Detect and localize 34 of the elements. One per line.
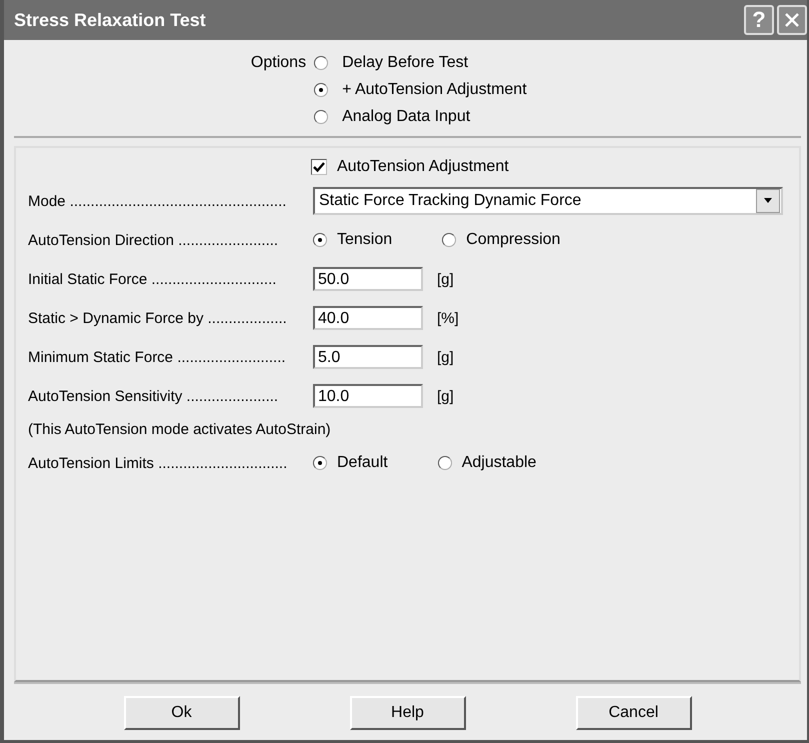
choice-radio[interactable]: Default <box>313 454 388 472</box>
input-field[interactable]: 50.0 <box>313 267 423 291</box>
choice-radio[interactable]: Adjustable <box>438 454 536 472</box>
dialog-button[interactable]: Cancel <box>576 696 692 730</box>
options-label: Options <box>250 54 306 73</box>
option-radio[interactable]: Analog Data Input <box>314 108 584 126</box>
input-field[interactable]: 5.0 <box>313 345 423 369</box>
close-button[interactable] <box>777 5 807 35</box>
option-radio[interactable]: Delay Before Test <box>314 54 584 72</box>
window-title: Stress Relaxation Test <box>14 10 206 30</box>
choice-radio[interactable]: Tension <box>313 231 392 249</box>
dialog-button[interactable]: Ok <box>124 696 240 730</box>
unit-label: [g] <box>437 348 454 366</box>
field-label: Initial Static Force .............................. <box>28 270 278 288</box>
choice-radio[interactable]: Compression <box>442 231 560 249</box>
option-radio[interactable]: + AutoTension Adjustment <box>314 81 584 99</box>
field-label: AutoTension Limits ............................... <box>28 454 288 472</box>
field-label: AutoTension Direction ........................ <box>28 232 280 248</box>
field-label: AutoTension Sensitivity ...................... <box>28 388 280 404</box>
unit-label: [%] <box>437 310 459 326</box>
autotension-checkbox[interactable]: AutoTension Adjustment <box>311 158 783 176</box>
field-label: Mode .................................................... <box>28 192 288 210</box>
mode-dropdown[interactable]: Static Force Tracking Dynamic Force <box>313 187 783 215</box>
unit-label: [g] <box>437 270 454 288</box>
check-icon <box>312 160 326 174</box>
input-field[interactable]: 10.0 <box>313 384 423 408</box>
input-field[interactable]: 40.0 <box>313 306 423 330</box>
caret-icon <box>762 197 774 205</box>
dialog-button[interactable]: Help <box>350 696 466 730</box>
close-icon <box>783 11 801 29</box>
field-label: Static > Dynamic Force by ................... <box>28 310 288 326</box>
field-label: Minimum Static Force .......................... <box>28 348 287 366</box>
unit-label: [g] <box>437 388 454 404</box>
note-text: (This AutoTension mode activates AutoStrain) <box>28 421 332 438</box>
